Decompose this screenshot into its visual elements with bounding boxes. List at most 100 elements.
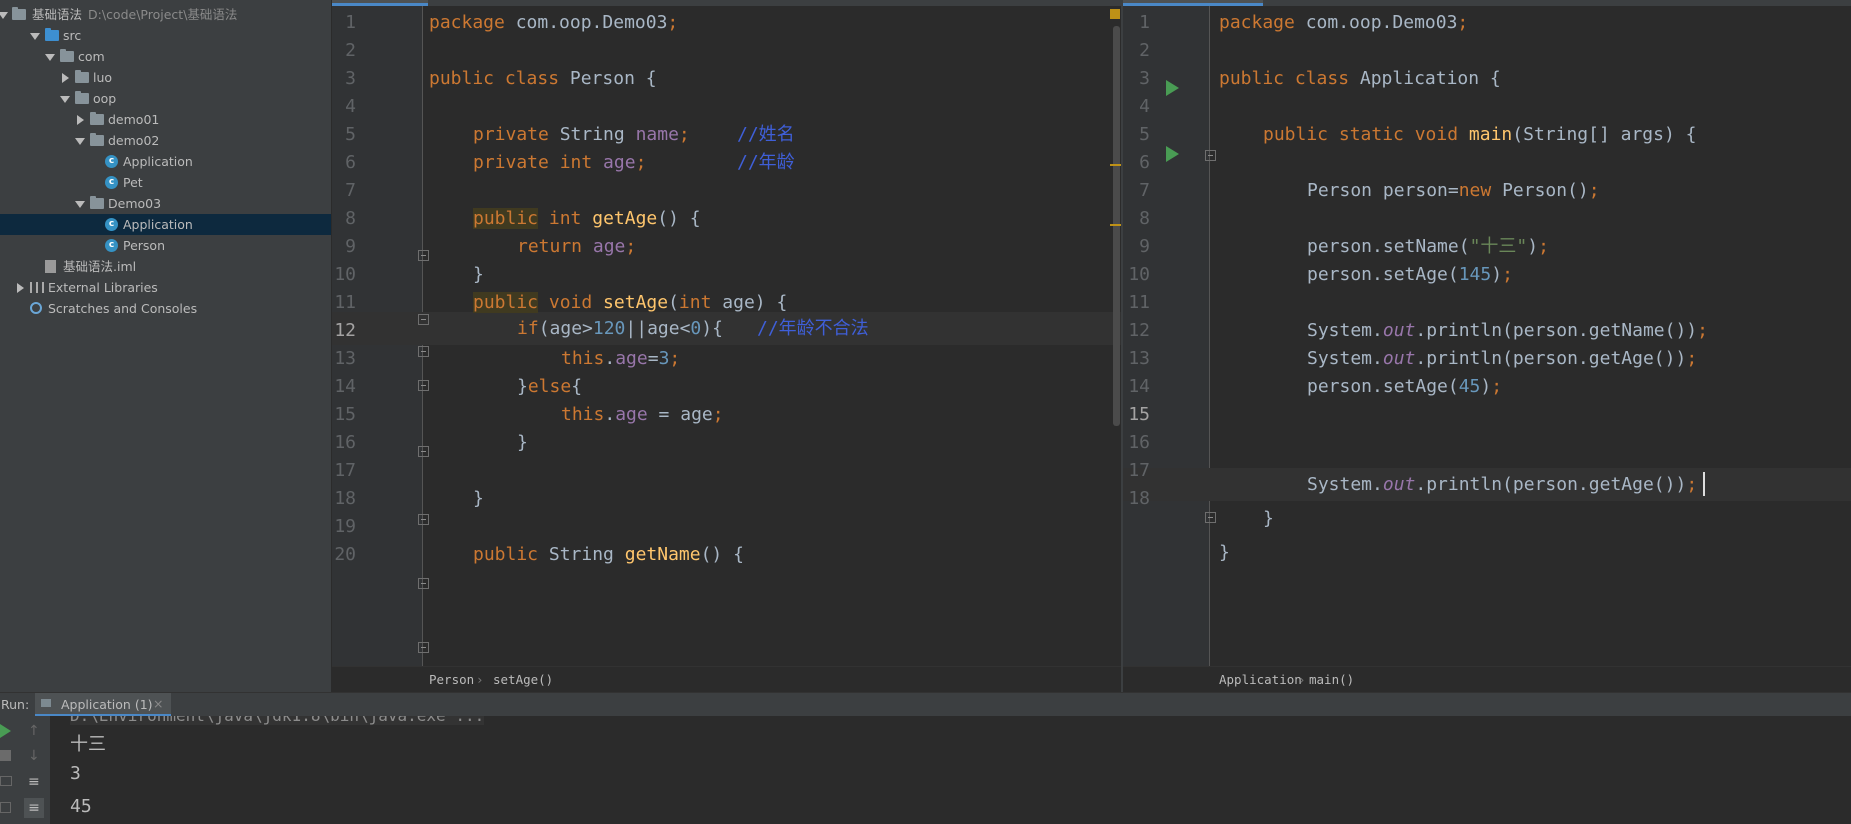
code-line-3[interactable]: public class Person { [429,62,657,95]
tree-item-scratches-and-consoles[interactable]: Scratches and Consoles [0,298,331,319]
console-output-line: 45 [70,796,92,817]
code-line-10[interactable]: person.setAge(145); [1307,258,1513,291]
tree-item-label: demo01 [108,112,160,127]
tree-item-application[interactable]: c Application [0,214,331,235]
chevron-down-icon[interactable] [75,201,85,208]
chevron-right-icon[interactable] [17,283,24,293]
fold-marker-icon[interactable] [1205,150,1216,161]
tree-item-application[interactable]: c Application [0,151,331,172]
warning-indicator-icon[interactable] [1110,9,1120,19]
tree-item-demo02[interactable]: demo02 [0,130,331,151]
close-icon[interactable]: × [153,696,163,711]
fold-marker-icon[interactable] [418,346,429,357]
tree-item-com[interactable]: com [0,46,331,67]
code-line-16[interactable]: } [517,426,528,459]
tree-item-external-libraries[interactable]: External Libraries [0,277,331,298]
camera-icon[interactable] [0,776,12,786]
code-line-14[interactable]: person.setAge(45); [1307,370,1502,403]
run-console-output[interactable]: D:\Environment\java\jdk1.8\bin\java.exe … [50,716,1851,824]
breadcrumb-class[interactable]: Person [429,667,474,692]
fold-marker-icon[interactable] [1205,512,1216,523]
breadcrumb: Application › main() [1123,666,1851,692]
breadcrumb-method[interactable]: main() [1309,667,1354,692]
code-line-6[interactable]: private int age; [473,146,646,179]
folder-icon [45,28,59,41]
code-line-15[interactable]: System.out.println(person.getAge()); [1307,468,1697,501]
exit-icon[interactable] [0,802,11,813]
fold-marker-icon[interactable] [418,578,429,589]
run-label: Run: [1,697,30,712]
tree-root-node[interactable]: 基础语法 D:\code\Project\基础语法 [0,4,331,25]
code-line-1[interactable]: package com.oop.Demo03; [429,6,678,39]
editor-pane-person[interactable]: 1 2 3 4 5 6 7 8 9 10 11 12 13 14 15 16 17 18 19 20 package … [332,0,1122,692]
code-line-12[interactable]: if(age>120||age<0){ [517,312,723,345]
code-line-3[interactable]: public class Application { [1219,62,1501,95]
breadcrumb-method[interactable]: setAge() [493,667,553,692]
rerun-icon[interactable] [0,724,11,738]
console-command-line: D:\Environment\java\jdk1.8\bin\java.exe … [70,716,485,725]
scratches-icon [30,302,42,314]
comment-invalid-age: //年龄不合法 [757,318,869,339]
tree-item-label: luo [93,70,113,85]
code-line-16[interactable]: } [1263,502,1274,535]
tree-item-person[interactable]: c Person [0,235,331,256]
arrow-down-icon[interactable]: ↓ [28,749,42,763]
tree-item-luo[interactable]: luo [0,67,331,88]
fold-marker-icon[interactable] [418,642,429,653]
chevron-right-icon[interactable] [77,115,84,125]
folder-icon [90,112,104,125]
breadcrumb: Person › setAge() [332,666,1122,692]
tree-item-label: Person [123,238,166,253]
editor-pane-application[interactable]: 1 2 3 4 5 6 7 8 9 10 11 12 13 14 15 16 17 18 package com.… [1123,0,1851,692]
run-class-icon[interactable] [1166,80,1179,96]
code-line-9[interactable]: return age; [517,230,636,263]
chevron-down-icon[interactable] [30,33,40,40]
tree-item-pet[interactable]: c Pet [0,172,331,193]
chevron-right-icon[interactable] [62,73,69,83]
run-tab-application[interactable]: Application (1) × [35,693,171,717]
code-line-15[interactable]: this.age = age; [561,398,724,431]
tree-item-label: Application [123,154,193,169]
chevron-down-icon[interactable] [45,54,55,61]
tree-item--iml[interactable]: 基础语法.iml [0,256,331,277]
console-output-line: 3 [70,763,81,784]
code-line-7[interactable]: Person person=new Person(); [1307,174,1600,207]
chevron-down-icon[interactable] [0,12,8,19]
tree-item-label: oop [93,91,117,106]
tree-item-label: Scratches and Consoles [48,301,198,316]
breadcrumb-class[interactable]: Application [1219,667,1302,692]
tree-item-demo03[interactable]: Demo03 [0,193,331,214]
stop-icon[interactable] [0,750,11,761]
breadcrumb-separator-icon: › [476,672,484,687]
gutter-separator [1209,6,1210,666]
arrow-up-icon[interactable]: ↑ [28,724,42,738]
console-output-line: 十三 [70,734,106,755]
tree-item-src[interactable]: src [0,25,331,46]
tree-item-label: src [63,28,82,43]
fold-marker-icon[interactable] [418,314,429,325]
java-class-icon: c [105,239,118,252]
fold-marker-icon[interactable] [418,446,429,457]
fold-marker-icon[interactable] [418,250,429,261]
code-line-1[interactable]: package com.oop.Demo03; [1219,6,1468,39]
fold-marker-icon[interactable] [418,380,429,391]
run-main-icon[interactable] [1166,146,1179,162]
folder-icon [75,70,89,83]
code-line-20[interactable]: public String getName() { [473,538,744,571]
tree-item-label: com [78,49,105,64]
fold-marker-icon[interactable] [418,514,429,525]
soft-wrap-icon[interactable]: ≡ [28,775,42,789]
scroll-to-end-icon[interactable]: ≡ [24,798,44,818]
module-folder-icon [12,7,26,20]
code-line-18[interactable]: } [473,482,484,515]
tree-item-oop[interactable]: oop [0,88,331,109]
code-line-5[interactable]: public static void main(String[] args) { [1263,118,1697,151]
text-caret [1703,472,1705,496]
chevron-down-icon[interactable] [75,138,85,145]
scrollbar-thumb[interactable] [1113,26,1120,426]
tree-item-demo01[interactable]: demo01 [0,109,331,130]
tree-item-label: Application [123,217,193,232]
chevron-down-icon[interactable] [60,96,70,103]
code-line-17[interactable]: } [1219,536,1230,569]
folder-icon [60,49,74,62]
